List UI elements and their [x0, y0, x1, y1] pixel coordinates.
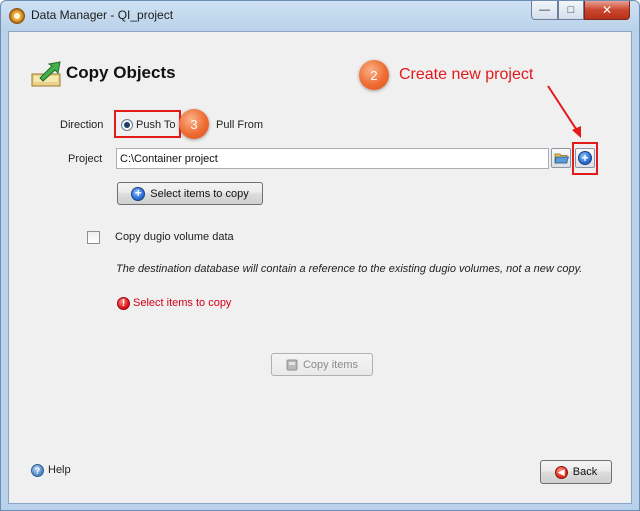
annotation-create-new-project: Create new project	[399, 66, 534, 83]
annotation-arrow	[547, 85, 581, 138]
plus-circle-icon: +	[131, 186, 146, 201]
create-new-project-button[interactable]: +	[575, 148, 595, 168]
help-link[interactable]: Help	[48, 464, 71, 476]
copy-icon	[286, 359, 298, 370]
project-path-input[interactable]	[116, 148, 549, 169]
radio-push-to-label[interactable]: Push To	[136, 119, 176, 131]
minimize-button[interactable]: —	[531, 1, 558, 20]
copy-dugio-checkbox[interactable]	[87, 231, 100, 244]
dialog-body: Copy Objects 2 Create new project Direct…	[8, 31, 632, 504]
folder-open-icon	[554, 153, 569, 163]
radio-pull-from-label[interactable]: Pull From	[216, 119, 263, 131]
data-manager-window: Data Manager - QI_project — □ ✕ Copy Obj…	[0, 0, 640, 511]
select-items-button[interactable]: + Select items to copy	[117, 182, 263, 205]
annotation-badge-2: 2	[359, 60, 389, 90]
error-icon: !	[117, 297, 130, 310]
maximize-button[interactable]: □	[558, 1, 584, 20]
copy-items-button[interactable]: Copy items	[271, 353, 373, 376]
back-button[interactable]: ◀ Back	[540, 460, 612, 484]
browse-project-button[interactable]	[551, 148, 571, 168]
copy-items-button-label: Copy items	[302, 358, 359, 371]
back-button-label: Back	[572, 466, 598, 478]
app-icon	[9, 8, 25, 24]
title-bar[interactable]: Data Manager - QI_project — □ ✕	[1, 1, 639, 31]
project-label: Project	[68, 153, 103, 165]
direction-label: Direction	[60, 119, 104, 131]
annotation-badge-3: 3	[179, 109, 209, 139]
select-items-button-label: Select items to copy	[150, 187, 249, 200]
plus-circle-icon: +	[578, 151, 592, 165]
validation-message: Select items to copy	[133, 297, 232, 309]
copy-objects-icon	[31, 61, 61, 87]
window-title: Data Manager - QI_project	[31, 8, 174, 22]
radio-push-to[interactable]	[121, 119, 133, 131]
back-arrow-icon: ◀	[554, 465, 568, 479]
help-icon[interactable]: ?	[31, 464, 44, 477]
copy-dugio-label[interactable]: Copy dugio volume data	[115, 231, 234, 243]
close-button[interactable]: ✕	[584, 1, 630, 20]
page-title: Copy Objects	[66, 63, 176, 82]
dugio-note: The destination database will contain a …	[116, 263, 583, 275]
